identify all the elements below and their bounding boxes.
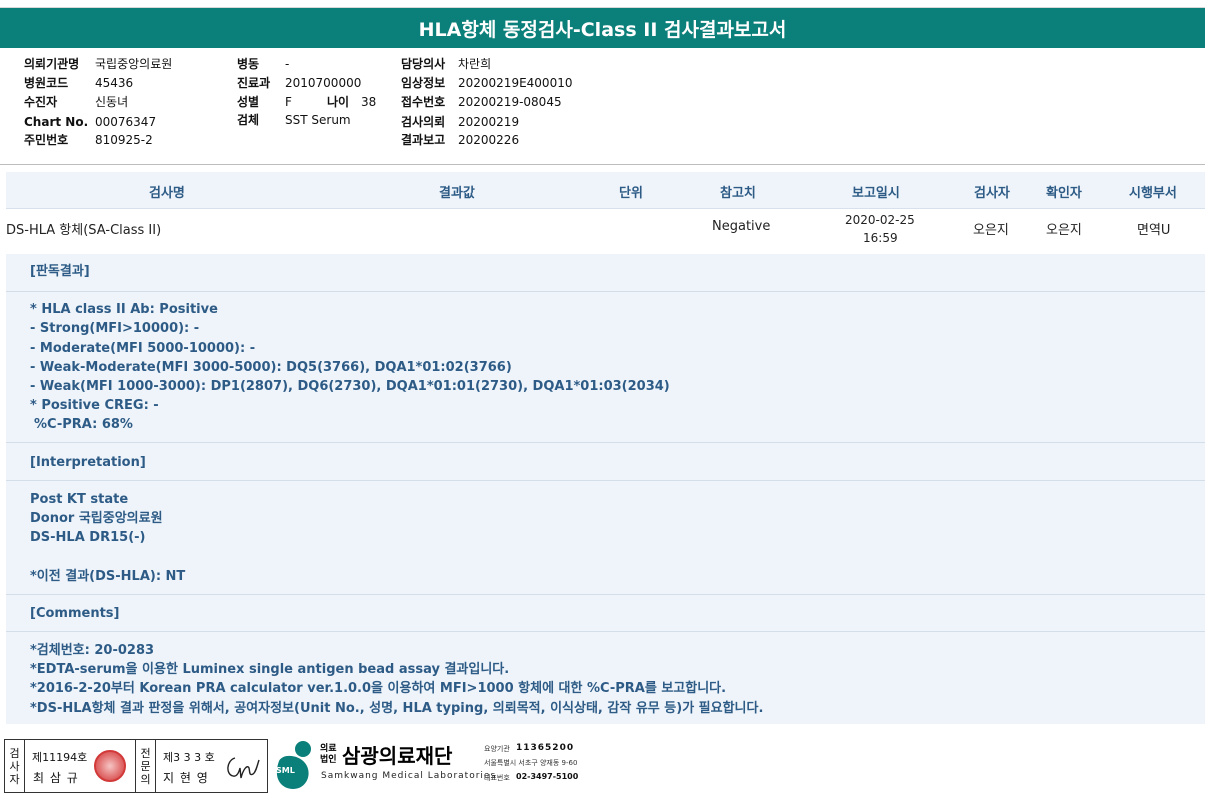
cell-tester: 오은지 [973,223,1009,238]
info-label: 주민번호 [24,133,69,147]
address: 서울특별시 서초구 양재동 9-60 [484,759,578,767]
info-value: 국립중앙의료원 [95,57,173,71]
logo-badge: SML [276,766,295,775]
info-value: 20200219-08045 [458,95,562,109]
specialist-name: 지 현 영 [163,771,209,785]
info-label: 담당의사 [401,57,446,71]
col-header-reference: 참고치 [720,186,756,201]
specialist-vertical-label: 전문의 [136,740,156,792]
info-label: 임상정보 [401,76,446,90]
info-value: SST Serum [285,113,351,127]
col-header-report-date: 보고일시 [852,186,900,201]
cell-report-time: 16:59 [863,231,898,245]
table-row: DS-HLA 항체(SA-Class II) Negative 2020-02-… [0,209,1205,254]
top-rule [0,0,1205,8]
info-label: 수진자 [24,95,58,109]
section-divider [6,631,1205,632]
patient-info: 의뢰기관명 국립중앙의료원 병원코드 45436 수진자 신동녀 Chart N… [0,50,1205,165]
info-label: 병원코드 [24,76,69,90]
info-label: 결과보고 [401,133,446,147]
info-value: 신동녀 [95,95,129,109]
care-code-label: 요양기관 [484,745,510,753]
cell-confirmer: 오은지 [1046,223,1082,238]
cell-reference: Negative [712,219,771,234]
info-value: 차란희 [458,57,492,71]
report-body: [판독결과] * HLA class II Ab: Positive - Str… [6,254,1205,724]
interpretation-line: DS-HLA DR15(-) [30,530,146,545]
tester-seal-stamp [94,750,126,782]
signature-box: 검사자 제11194호 최 삼 규 전문의 제3 3 3 호 지 현 영 [4,739,268,793]
comments-title: [Comments] [30,606,120,621]
info-label: 접수번호 [401,95,446,109]
cell-test-name: DS-HLA 항체(SA-Class II) [6,223,162,238]
org-prefix-2: 법인 [320,755,337,765]
tester-vertical-label: 검사자 [5,740,25,792]
judgement-line: - Weak(MFI 1000-3000): DP1(2807), DQ6(27… [30,379,670,394]
judgement-line: %C-PRA: 68% [34,417,133,432]
cell-report-date: 2020-02-25 [845,213,915,227]
report-title: HLA항체 동정검사-Class II 검사결과보고서 [0,8,1205,48]
care-code: 11365200 [516,743,575,753]
info-value: 20200226 [458,133,520,147]
col-header-test-name: 검사명 [149,186,185,201]
comment-line: *DS-HLA항체 결과 판정을 위해서, 공여자정보(Unit No., 성명… [30,701,764,716]
interpretation-line: Donor 국립중앙의료원 [30,511,163,526]
col-header-department: 시행부서 [1129,186,1177,201]
tester-name: 최 삼 규 [33,771,79,785]
judgement-line: - Weak-Moderate(MFI 3000-5000): DQ5(3766… [30,360,512,375]
phone: 02-3497-5100 [516,772,579,781]
info-label: 검체 [237,113,260,127]
judgement-line: * Positive CREG: - [30,398,159,413]
interpretation-title: [Interpretation] [30,455,146,470]
info-value: 00076347 [95,115,157,129]
section-divider [6,442,1205,443]
org-name-en: Samkwang Medical Laboratories [321,771,497,781]
info-label: Chart No. [24,115,89,129]
section-divider [6,594,1205,595]
info-value: 20200219E400010 [458,76,573,90]
comment-line: *EDTA-serum을 이용한 Luminex single antigen … [30,662,510,677]
info-value: 2010700000 [285,76,362,90]
judgement-line: - Moderate(MFI 5000-10000): - [30,341,256,356]
info-label: 의뢰기관명 [24,57,80,71]
info-label: 성별 [237,95,260,109]
org-prefix-1: 의료 [320,744,337,754]
judgement-line: * HLA class II Ab: Positive [30,302,218,317]
info-value: 45436 [95,76,134,90]
comment-line: *검체번호: 20-0283 [30,643,155,658]
col-header-confirmer: 확인자 [1046,186,1082,201]
info-value: 810925-2 [95,133,153,147]
col-header-result: 결과값 [439,186,475,201]
col-header-unit: 단위 [619,186,643,201]
col-header-tester: 검사자 [974,186,1010,201]
info-label: 병동 [237,57,260,71]
info-value: - [285,57,290,71]
age-label: 나이 [327,95,350,109]
info-label: 검사의뢰 [401,115,446,129]
interpretation-line: *이전 결과(DS-HLA): NT [30,569,186,584]
interpretation-line: Post KT state [30,492,129,507]
section-divider [6,291,1205,292]
phone-label: 대표번호 [484,774,510,782]
info-value: 20200219 [458,115,520,129]
org-name: 삼광의료재단 [342,744,453,768]
info-label: 진료과 [237,76,271,90]
tester-license: 제11194호 [32,751,88,764]
comment-line: *2016-2-20부터 Korean PRA calculator ver.1… [30,681,727,696]
cell-department: 면역U [1137,223,1171,238]
info-value: F [285,95,292,109]
judgement-title: [판독결과] [30,264,90,279]
specialist-license: 제3 3 3 호 [163,751,215,764]
age-value: 38 [361,95,377,109]
section-divider [6,480,1205,481]
judgement-line: - Strong(MFI>10000): - [30,321,200,336]
footer: 검사자 제11194호 최 삼 규 전문의 제3 3 3 호 지 현 영 SML… [0,738,1205,804]
results-table-header: 검사명 결과값 단위 참고치 보고일시 검사자 확인자 시행부서 [6,172,1205,209]
signature-scribble [227,757,260,779]
